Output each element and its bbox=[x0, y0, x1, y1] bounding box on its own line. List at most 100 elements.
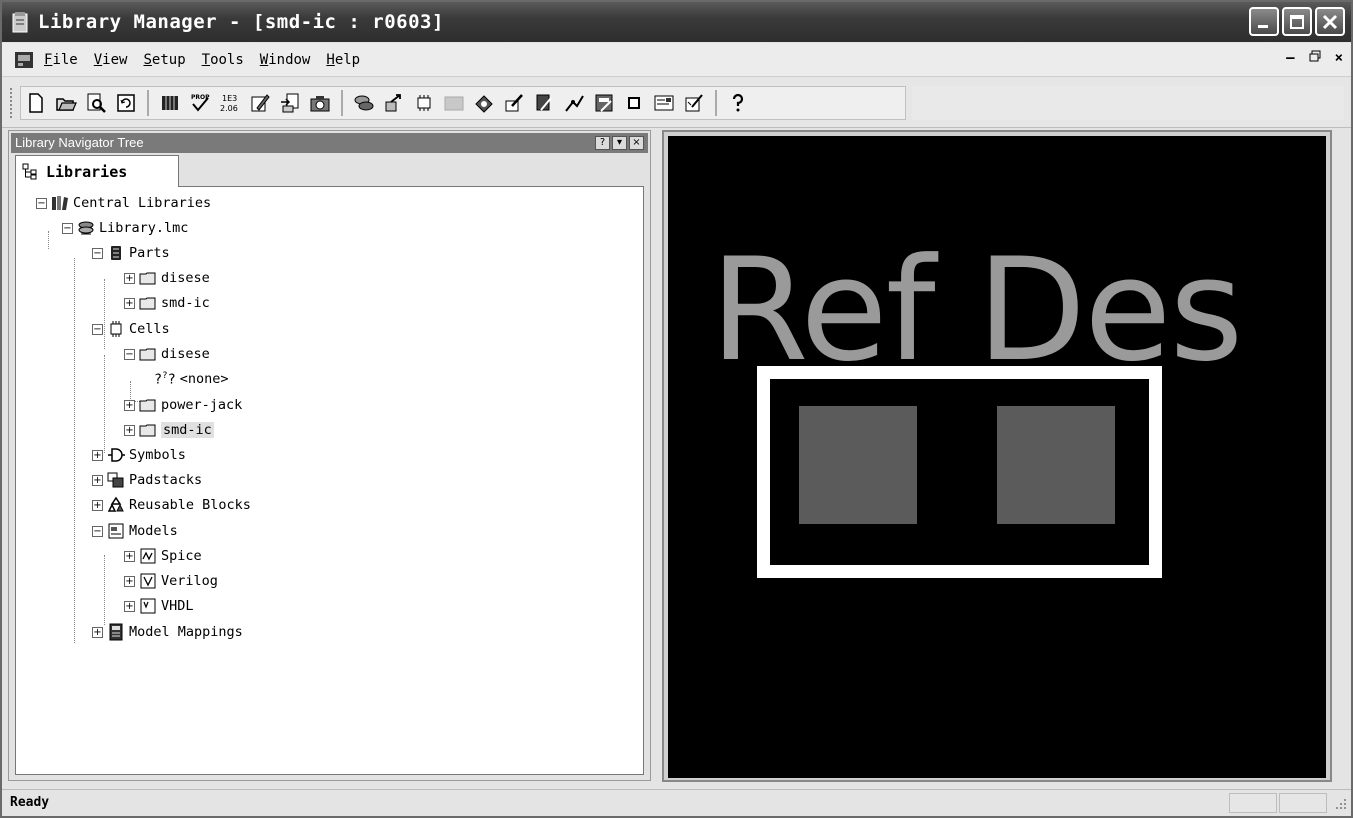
tree-item-cells-disese[interactable]: − disese bbox=[124, 343, 210, 365]
expand-icon[interactable]: + bbox=[92, 474, 103, 486]
parts-icon bbox=[107, 244, 125, 262]
import-button[interactable] bbox=[275, 89, 305, 117]
mdi-close-button[interactable]: × bbox=[1335, 50, 1343, 66]
expand-icon[interactable]: + bbox=[92, 499, 103, 511]
tree-item-power-jack[interactable]: + power-jack bbox=[124, 394, 242, 416]
window-title: Library Manager - [smd-ic : r0603] bbox=[38, 11, 444, 33]
collapse-icon[interactable]: − bbox=[92, 323, 103, 335]
close-button[interactable] bbox=[1315, 7, 1345, 36]
resize-grip-icon[interactable] bbox=[1333, 796, 1347, 810]
status-bar: Ready bbox=[2, 789, 1351, 816]
part-editor-button[interactable] bbox=[155, 89, 185, 117]
tool-b-button[interactable] bbox=[529, 89, 559, 117]
collapse-icon[interactable]: − bbox=[62, 222, 73, 234]
edit-button[interactable] bbox=[245, 89, 275, 117]
attribute-button[interactable] bbox=[679, 89, 709, 117]
menu-view[interactable]: View bbox=[94, 52, 128, 68]
tree-item-symbols[interactable]: + Symbols bbox=[92, 444, 186, 466]
tree-item-reusable-blocks[interactable]: + Reusable Blocks bbox=[92, 494, 251, 516]
expand-icon[interactable]: + bbox=[124, 399, 135, 411]
tree-item-cells-smd-ic[interactable]: + smd-ic bbox=[124, 419, 214, 441]
schematic-button[interactable] bbox=[649, 89, 679, 117]
collapse-icon[interactable]: − bbox=[124, 348, 135, 360]
mdi-minimize-button[interactable]: – bbox=[1286, 50, 1294, 66]
blank-button[interactable] bbox=[439, 89, 469, 117]
central-libraries-icon bbox=[51, 194, 69, 212]
prop-check-button[interactable]: PROP bbox=[185, 89, 215, 117]
library-button[interactable] bbox=[349, 89, 379, 117]
title-bar[interactable]: Library Manager - [smd-ic : r0603] bbox=[2, 2, 1351, 42]
collapse-icon[interactable]: − bbox=[92, 247, 103, 259]
find-button[interactable] bbox=[81, 89, 111, 117]
expand-icon[interactable]: + bbox=[92, 626, 103, 638]
tree-item-verilog[interactable]: + Verilog bbox=[124, 570, 218, 592]
expand-icon[interactable]: + bbox=[124, 272, 135, 284]
unknown-icon: ??? bbox=[154, 370, 176, 388]
expand-icon[interactable]: + bbox=[92, 449, 103, 461]
units-button[interactable]: 1E3 2.06 bbox=[215, 89, 245, 117]
collapse-icon[interactable]: − bbox=[92, 525, 103, 537]
pad-1 bbox=[799, 406, 917, 524]
menu-tools[interactable]: Tools bbox=[202, 52, 244, 68]
toolbar-separator bbox=[715, 90, 717, 116]
tool-c-button[interactable] bbox=[559, 89, 589, 117]
tree-item-library-lmc[interactable]: − Library.lmc bbox=[62, 217, 188, 239]
help-button[interactable] bbox=[723, 89, 753, 117]
toolbar-grip[interactable] bbox=[10, 88, 14, 118]
status-panel bbox=[1279, 793, 1327, 813]
tool-a-button[interactable] bbox=[499, 89, 529, 117]
expand-icon[interactable]: + bbox=[124, 600, 135, 612]
padstack-icon bbox=[475, 95, 493, 113]
verilog-icon bbox=[139, 572, 157, 590]
new-button[interactable] bbox=[21, 89, 51, 117]
maximize-icon bbox=[1290, 14, 1304, 29]
maximize-button[interactable] bbox=[1282, 7, 1312, 36]
refresh-button[interactable] bbox=[111, 89, 141, 117]
tool-b-icon bbox=[536, 94, 552, 111]
tree-item-cells[interactable]: − Cells bbox=[92, 318, 170, 340]
expand-icon[interactable]: + bbox=[124, 550, 135, 562]
menu-window[interactable]: Window bbox=[260, 52, 311, 68]
tree-item-parts-smd-ic[interactable]: + smd-ic bbox=[124, 292, 210, 314]
svg-text:2.06: 2.06 bbox=[220, 104, 238, 113]
navigator-help-button[interactable]: ? bbox=[595, 136, 610, 150]
folder-icon bbox=[139, 396, 157, 414]
transfer-button[interactable] bbox=[379, 89, 409, 117]
expand-icon[interactable]: + bbox=[124, 424, 135, 436]
tool-d-button[interactable] bbox=[589, 89, 619, 117]
tree-item-parts-disese[interactable]: + disese bbox=[124, 267, 210, 289]
navigator-title-bar[interactable]: Library Navigator Tree ? ▾ × bbox=[11, 133, 648, 153]
tree-item-padstacks[interactable]: + Padstacks bbox=[92, 469, 202, 491]
menu-app-icon[interactable] bbox=[14, 51, 34, 69]
restore-icon bbox=[1309, 50, 1321, 62]
tree-item-models[interactable]: − Models bbox=[92, 520, 178, 542]
tree-item-model-mappings[interactable]: + Model Mappings bbox=[92, 621, 243, 643]
cell-preview-canvas[interactable]: Ref Des bbox=[668, 136, 1326, 778]
tab-libraries[interactable]: Libraries bbox=[15, 155, 179, 187]
expand-icon[interactable]: + bbox=[124, 297, 135, 309]
symbols-icon bbox=[107, 446, 125, 464]
tree-item-vhdl[interactable]: + VHDL bbox=[124, 595, 194, 617]
camera-button[interactable] bbox=[305, 89, 335, 117]
import-icon bbox=[281, 93, 299, 113]
tool-c-icon bbox=[565, 95, 584, 112]
tree-item-spice[interactable]: + Spice bbox=[124, 545, 202, 567]
reusable-blocks-icon bbox=[107, 496, 125, 514]
cell-button[interactable] bbox=[409, 89, 439, 117]
navigator-minimize-button[interactable]: ▾ bbox=[612, 136, 627, 150]
panel-splitter[interactable] bbox=[653, 130, 661, 781]
collapse-icon[interactable]: − bbox=[36, 197, 47, 209]
tree-item-central-libraries[interactable]: − Central Libraries bbox=[36, 192, 211, 214]
navigator-close-button[interactable]: × bbox=[629, 136, 644, 150]
menu-help[interactable]: Help bbox=[326, 52, 360, 68]
expand-icon[interactable]: + bbox=[124, 575, 135, 587]
menu-file[interactable]: File bbox=[44, 52, 78, 68]
tree-item-none[interactable]: ??? <none> bbox=[154, 368, 228, 390]
tree-item-parts[interactable]: − Parts bbox=[92, 242, 170, 264]
minimize-button[interactable] bbox=[1249, 7, 1279, 36]
mdi-restore-button[interactable] bbox=[1309, 50, 1321, 66]
open-button[interactable] bbox=[51, 89, 81, 117]
padstack-button[interactable] bbox=[469, 89, 499, 117]
stop-button[interactable] bbox=[619, 89, 649, 117]
menu-setup[interactable]: Setup bbox=[143, 52, 185, 68]
